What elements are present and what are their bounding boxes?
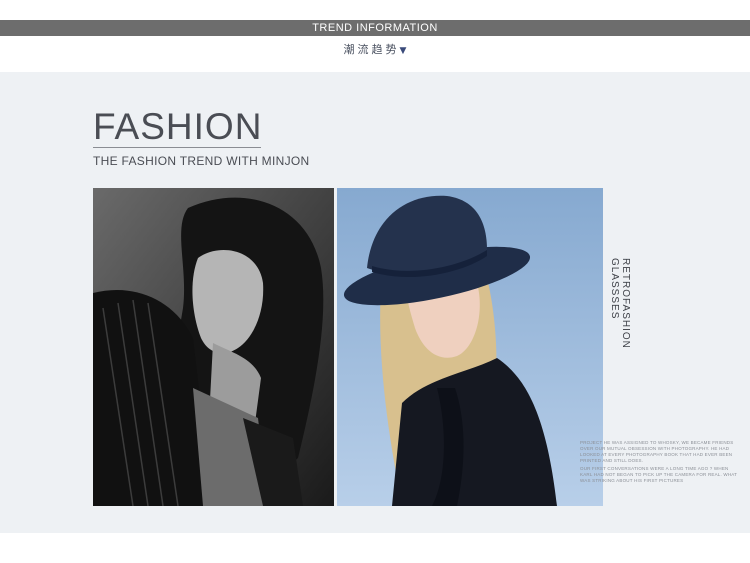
portrait-bw-illustration	[93, 188, 334, 506]
body-paragraph-2: OUR FIRST CONVERSATIONS WERE A LONG TIME…	[580, 466, 738, 483]
vertical-caption: RETROFASHION GLASSSES	[609, 258, 631, 349]
section-header-label: TREND INFORMATION	[312, 22, 438, 34]
section-subtitle: 潮流趋势▼	[0, 41, 750, 57]
triangle-down-icon: ▼	[399, 46, 407, 56]
portrait-color-illustration	[337, 188, 603, 506]
section-header-bar: TREND INFORMATION	[0, 20, 750, 36]
body-paragraph-1: PROJECT HE WAS ASSIGNED TO WHOSKY, WE BE…	[580, 440, 734, 463]
photo-color-portrait	[337, 188, 603, 506]
tagline: THE FASHION TREND WITH MINJON	[93, 154, 310, 168]
section-subtitle-text: 潮流趋势	[343, 43, 400, 56]
headline-divider	[93, 147, 261, 148]
headline: FASHION	[93, 106, 263, 147]
photo-bw-portrait	[93, 188, 334, 506]
